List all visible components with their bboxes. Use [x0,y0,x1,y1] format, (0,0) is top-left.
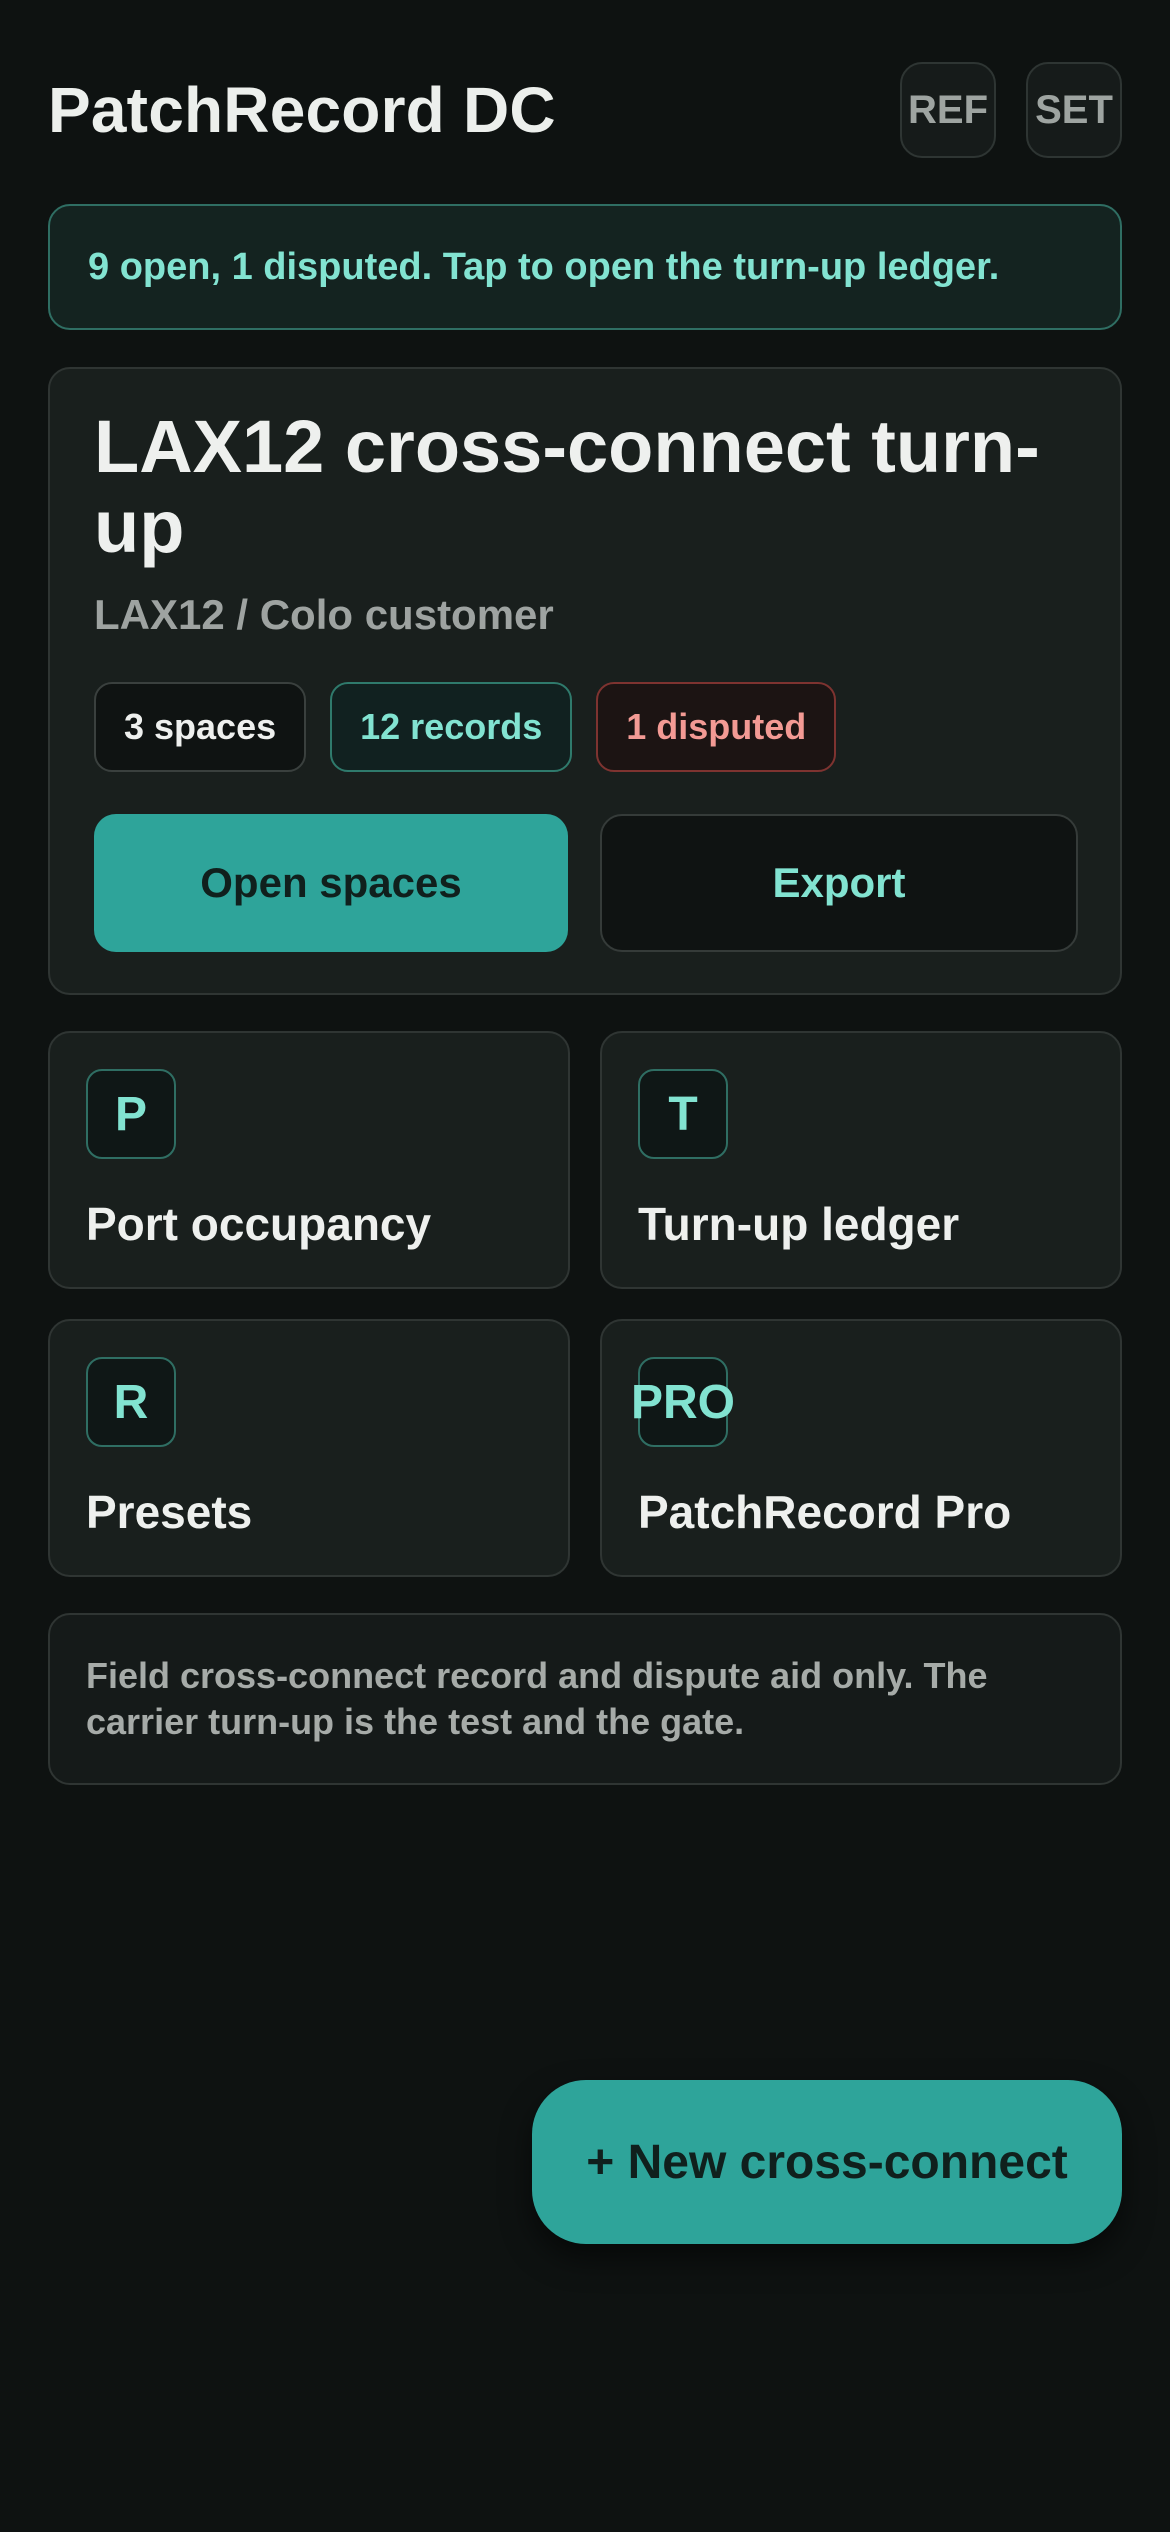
project-actions: Open spaces Export [94,814,1078,952]
status-banner[interactable]: 9 open, 1 disputed. Tap to open the turn… [48,204,1122,330]
header-actions: REF SET [900,62,1122,158]
tile-patchrecord-pro[interactable]: PRO PatchRecord Pro [600,1319,1122,1577]
turn-up-ledger-icon: T [638,1069,728,1159]
app-header: PatchRecord DC REF SET [48,62,1122,158]
tile-presets[interactable]: R Presets [48,1319,570,1577]
home-screen: PatchRecord DC REF SET 9 open, 1 dispute… [0,0,1170,2532]
new-cross-connect-button[interactable]: + New cross-connect [532,2080,1122,2244]
disputed-count-badge: 1 disputed [596,682,837,772]
presets-icon: R [86,1357,176,1447]
project-stats: 3 spaces 12 records 1 disputed [94,682,837,772]
reference-button[interactable]: REF [900,62,996,158]
tile-label: Presets [86,1486,253,1538]
settings-button[interactable]: SET [1026,62,1122,158]
app-title: PatchRecord DC [48,74,556,146]
tile-port-occupancy[interactable]: P Port occupancy [48,1031,570,1289]
pro-icon: PRO [631,1357,735,1447]
records-count-badge: 12 records [330,682,573,772]
export-button[interactable]: Export [600,814,1078,952]
port-occupancy-icon: P [86,1069,176,1159]
tile-label: Port occupancy [86,1198,432,1250]
open-spaces-button[interactable]: Open spaces [94,814,568,952]
tile-turn-up-ledger[interactable]: T Turn-up ledger [600,1031,1122,1289]
disclaimer-note: Field cross-connect record and dispute a… [48,1613,1122,1785]
project-card: LAX12 cross-connect turn-up LAX12 / Colo… [48,367,1122,995]
spaces-count-badge: 3 spaces [94,682,307,772]
project-title: LAX12 cross-connect turn-up [94,405,1040,568]
tile-label: Turn-up ledger [638,1198,960,1250]
project-subtitle: LAX12 / Colo customer [94,591,554,638]
tile-label: PatchRecord Pro [638,1486,1012,1538]
